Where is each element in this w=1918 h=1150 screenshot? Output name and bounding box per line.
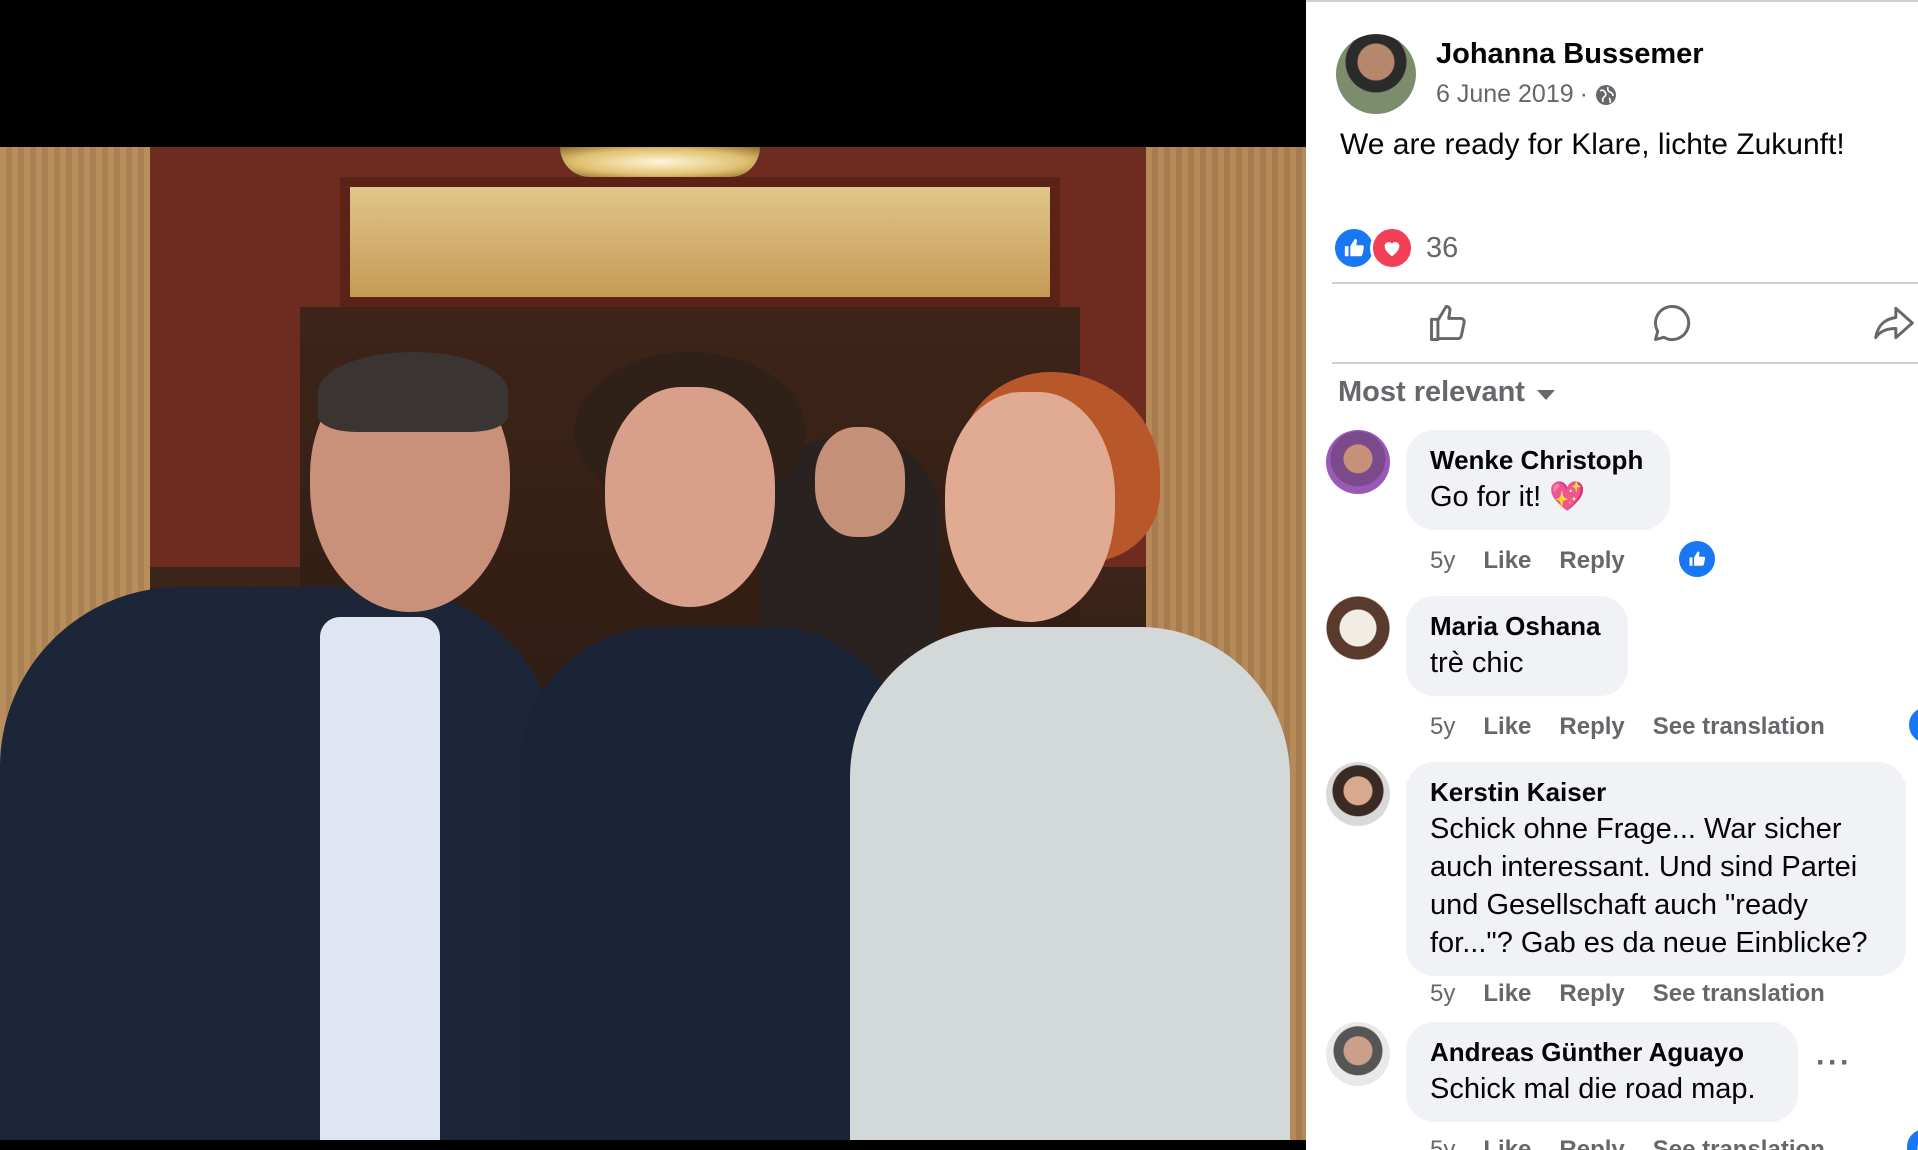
comment-bubble: Maria Oshana trè chic [1406,596,1628,696]
comment-like-link[interactable]: Like [1483,547,1531,575]
comment-actions: 5y Like Reply See translation [1430,980,1825,1008]
post-text: We are ready for Klare, lichte Zukunft! [1340,128,1845,161]
divider-top [1332,282,1918,284]
comment-action-icon[interactable] [1650,301,1694,345]
chevron-down-icon [1536,389,1555,400]
photo-background-person-head [815,427,905,537]
post-photo[interactable] [0,147,1306,1140]
see-translation-link[interactable]: See translation [1653,980,1825,1008]
photo-woman-right-dress [850,627,1290,1140]
reaction-count: 36 [1426,231,1459,264]
share-action-icon[interactable] [1872,301,1916,345]
photo-ceiling-lamp [560,147,760,177]
comment-actions: 5y Like Reply See translation [1430,713,1825,741]
top-border [1306,0,1918,2]
comment-reply-link[interactable]: Reply [1559,547,1624,575]
post-sidebar: Johanna Bussemer 6 June 2019 · We are re… [1306,0,1918,1150]
comment-author[interactable]: Kerstin Kaiser [1430,774,1882,810]
photo-viewer[interactable] [0,0,1306,1150]
comment-reply-link[interactable]: Reply [1559,1136,1624,1150]
comment-actions: 5y Like Reply See translation [1430,1136,1825,1150]
comment-age[interactable]: 5y [1430,713,1455,741]
action-bar [1332,285,1918,360]
reaction-summary[interactable]: 36 [1332,226,1458,270]
comment-author[interactable]: Andreas Günther Aguayo [1430,1034,1774,1070]
comment-like-link[interactable]: Like [1483,1136,1531,1150]
comment-like-badge-icon[interactable] [1676,538,1718,580]
comment-actions: 5y Like Reply [1430,547,1625,575]
comment-like-link[interactable]: Like [1483,980,1531,1008]
photo-transom-window [340,177,1060,307]
photo-woman-right-head [945,392,1115,622]
comment-reply-link[interactable]: Reply [1559,980,1624,1008]
comment-age[interactable]: 5y [1430,980,1455,1008]
photo-man-hair [318,352,508,432]
comment-avatar[interactable] [1326,430,1390,494]
post-date[interactable]: 6 June 2019 [1436,80,1574,109]
comment-bubble: Wenke Christoph Go for it! 💖 [1406,430,1670,530]
globe-icon [1595,84,1616,105]
comment-avatar[interactable] [1326,762,1390,826]
meta-separator: · [1579,80,1588,108]
comment-author[interactable]: Wenke Christoph [1430,442,1646,478]
more-options-icon[interactable]: ··· [1816,1046,1852,1080]
photo-man-shirt [320,617,440,1140]
comment-avatar[interactable] [1326,1022,1390,1086]
comment-avatar[interactable] [1326,596,1390,660]
author-avatar[interactable] [1336,34,1416,114]
photo-woman-center-head [605,387,775,607]
comment-like-link[interactable]: Like [1483,713,1531,741]
photo-man-jacket [0,587,560,1140]
comment-text: Go for it! 💖 [1430,481,1586,513]
comment-bubble: Andreas Günther Aguayo Schick mal die ro… [1406,1022,1798,1122]
like-action-icon[interactable] [1426,301,1470,345]
comment-reply-link[interactable]: Reply [1559,713,1624,741]
sort-label: Most relevant [1338,376,1525,408]
comment-bubble: Kerstin Kaiser Schick ohne Frage... War … [1406,762,1906,976]
comment-like-badge-icon[interactable] [1906,704,1918,746]
see-translation-link[interactable]: See translation [1653,713,1825,741]
comment-text: trè chic [1430,647,1524,679]
comment-age[interactable]: 5y [1430,1136,1455,1150]
comment-sort-dropdown[interactable]: Most relevant [1338,376,1555,409]
love-reaction-icon [1370,226,1414,270]
author-name[interactable]: Johanna Bussemer [1436,38,1704,71]
comment-text: Schick ohne Frage... War sicher auch int… [1430,813,1868,959]
see-translation-link[interactable]: See translation [1653,1136,1825,1150]
post-meta: 6 June 2019 · [1436,80,1618,109]
comment-author[interactable]: Maria Oshana [1430,608,1604,644]
comment-like-badge-icon[interactable] [1904,1126,1918,1150]
divider-bottom [1332,362,1918,364]
comment-text: Schick mal die road map. [1430,1073,1756,1105]
comment-age[interactable]: 5y [1430,547,1455,575]
